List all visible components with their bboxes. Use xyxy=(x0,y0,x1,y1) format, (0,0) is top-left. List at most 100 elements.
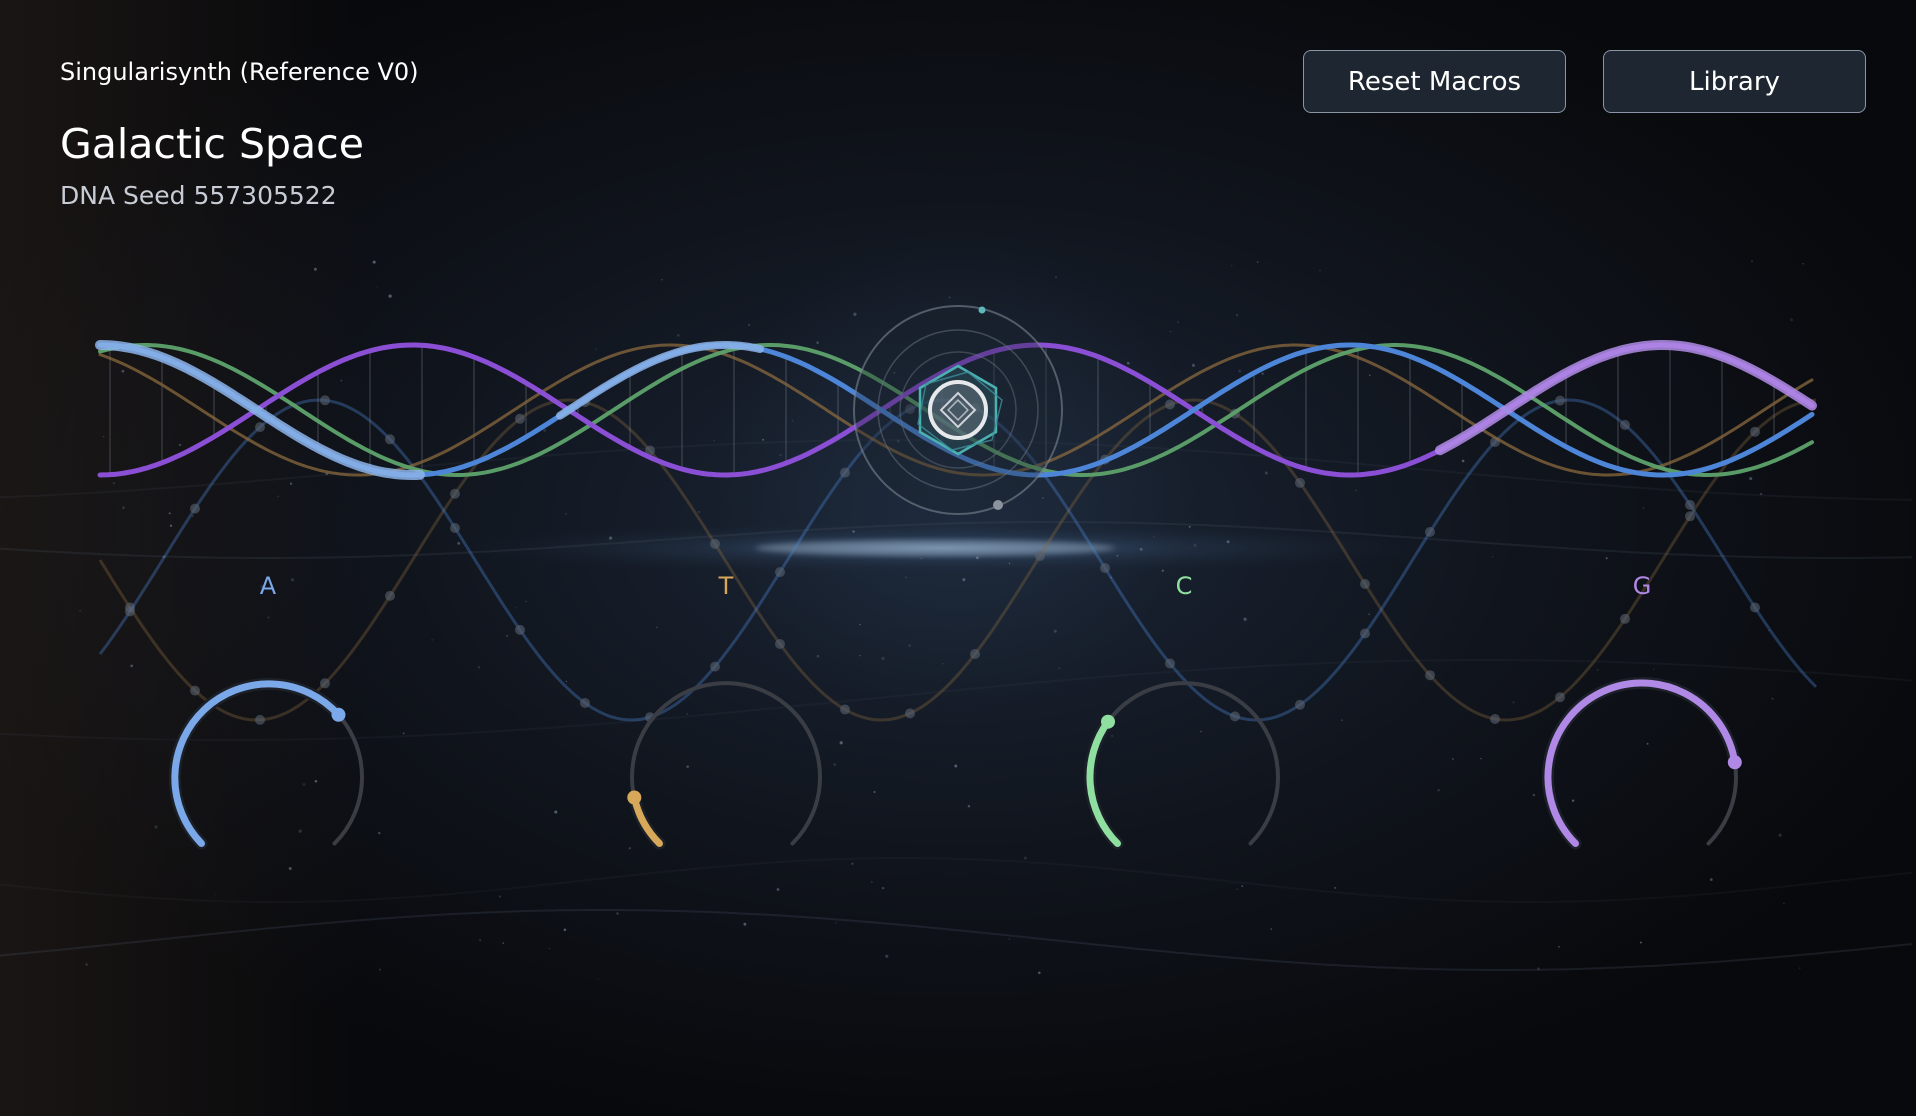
background-node xyxy=(840,467,850,478)
knob-handle[interactable] xyxy=(1727,755,1742,770)
star xyxy=(277,495,280,498)
star xyxy=(178,443,182,447)
macro-label-c: C xyxy=(1175,572,1193,600)
reset-macros-button[interactable]: Reset Macros xyxy=(1303,50,1566,113)
star xyxy=(839,741,843,745)
star xyxy=(525,600,527,603)
star xyxy=(563,928,567,932)
star xyxy=(1646,742,1649,745)
background-node xyxy=(1750,426,1760,437)
background-node xyxy=(1230,711,1240,722)
star xyxy=(85,963,88,966)
star xyxy=(1038,971,1041,975)
star xyxy=(954,764,958,768)
star xyxy=(597,978,599,980)
star xyxy=(816,654,820,658)
dna-seed-value: 557305522 xyxy=(193,181,337,210)
background-node xyxy=(970,649,980,659)
star xyxy=(388,294,392,298)
background-node xyxy=(255,422,265,433)
star xyxy=(376,286,378,288)
star xyxy=(1340,719,1343,722)
star xyxy=(628,847,631,850)
background-node xyxy=(1555,692,1565,703)
star xyxy=(859,623,861,626)
background-node xyxy=(515,413,525,424)
star xyxy=(743,922,747,926)
star xyxy=(122,506,125,509)
star xyxy=(1126,361,1130,365)
star xyxy=(594,348,597,350)
star xyxy=(1557,945,1560,948)
background-node xyxy=(255,714,265,725)
knob-handle[interactable] xyxy=(1101,714,1115,729)
star xyxy=(852,530,855,533)
star xyxy=(168,512,171,515)
star xyxy=(1452,758,1454,760)
star xyxy=(1798,967,1801,970)
background-node xyxy=(1620,419,1630,430)
background-node xyxy=(190,685,200,696)
star xyxy=(477,665,481,669)
background-node xyxy=(1295,699,1305,710)
star xyxy=(288,867,292,870)
preset-name: Galactic Space xyxy=(60,120,364,168)
star xyxy=(1238,369,1241,373)
star xyxy=(121,369,125,373)
core-orbit-dot xyxy=(978,306,986,314)
star xyxy=(1008,562,1011,565)
star xyxy=(479,939,482,942)
star xyxy=(870,880,873,884)
star xyxy=(1153,536,1155,538)
star xyxy=(1709,878,1713,881)
star xyxy=(1116,554,1119,557)
star xyxy=(881,656,885,660)
star xyxy=(656,626,658,629)
star xyxy=(1789,318,1794,322)
star xyxy=(267,616,270,619)
background-node xyxy=(1555,395,1565,406)
star xyxy=(616,912,619,915)
star xyxy=(1200,730,1202,733)
background-node xyxy=(385,590,395,601)
star xyxy=(851,862,854,865)
star xyxy=(1319,269,1321,272)
star xyxy=(1480,757,1482,760)
star xyxy=(289,482,293,485)
dna-seed: DNA Seed 557305522 xyxy=(60,181,337,210)
star xyxy=(1532,793,1536,797)
star xyxy=(215,893,217,896)
background-node xyxy=(710,661,720,672)
star xyxy=(1188,525,1191,528)
star xyxy=(554,810,558,814)
macro-label-g: G xyxy=(1632,572,1652,600)
star xyxy=(102,435,105,438)
helix-core[interactable] xyxy=(853,305,1063,515)
star xyxy=(505,634,509,638)
star xyxy=(747,323,751,327)
star xyxy=(609,536,613,540)
star xyxy=(1177,321,1180,324)
star xyxy=(1191,363,1195,367)
star xyxy=(1470,357,1473,360)
star xyxy=(1512,701,1515,704)
knob-handle[interactable] xyxy=(627,790,642,805)
background-node xyxy=(710,538,720,549)
star xyxy=(1236,888,1239,891)
star xyxy=(457,542,461,545)
star xyxy=(1042,497,1044,499)
star xyxy=(1270,928,1273,930)
star xyxy=(378,831,381,835)
background-node xyxy=(320,678,330,689)
background-node xyxy=(1620,613,1630,624)
star xyxy=(833,763,837,767)
star xyxy=(1334,886,1337,889)
star xyxy=(154,825,158,829)
background-node xyxy=(1295,477,1305,488)
star xyxy=(791,419,794,422)
macro-label-t: T xyxy=(718,572,734,600)
library-button[interactable]: Library xyxy=(1603,50,1866,113)
star xyxy=(314,779,318,783)
star xyxy=(942,663,944,665)
knob-handle[interactable] xyxy=(331,707,346,722)
